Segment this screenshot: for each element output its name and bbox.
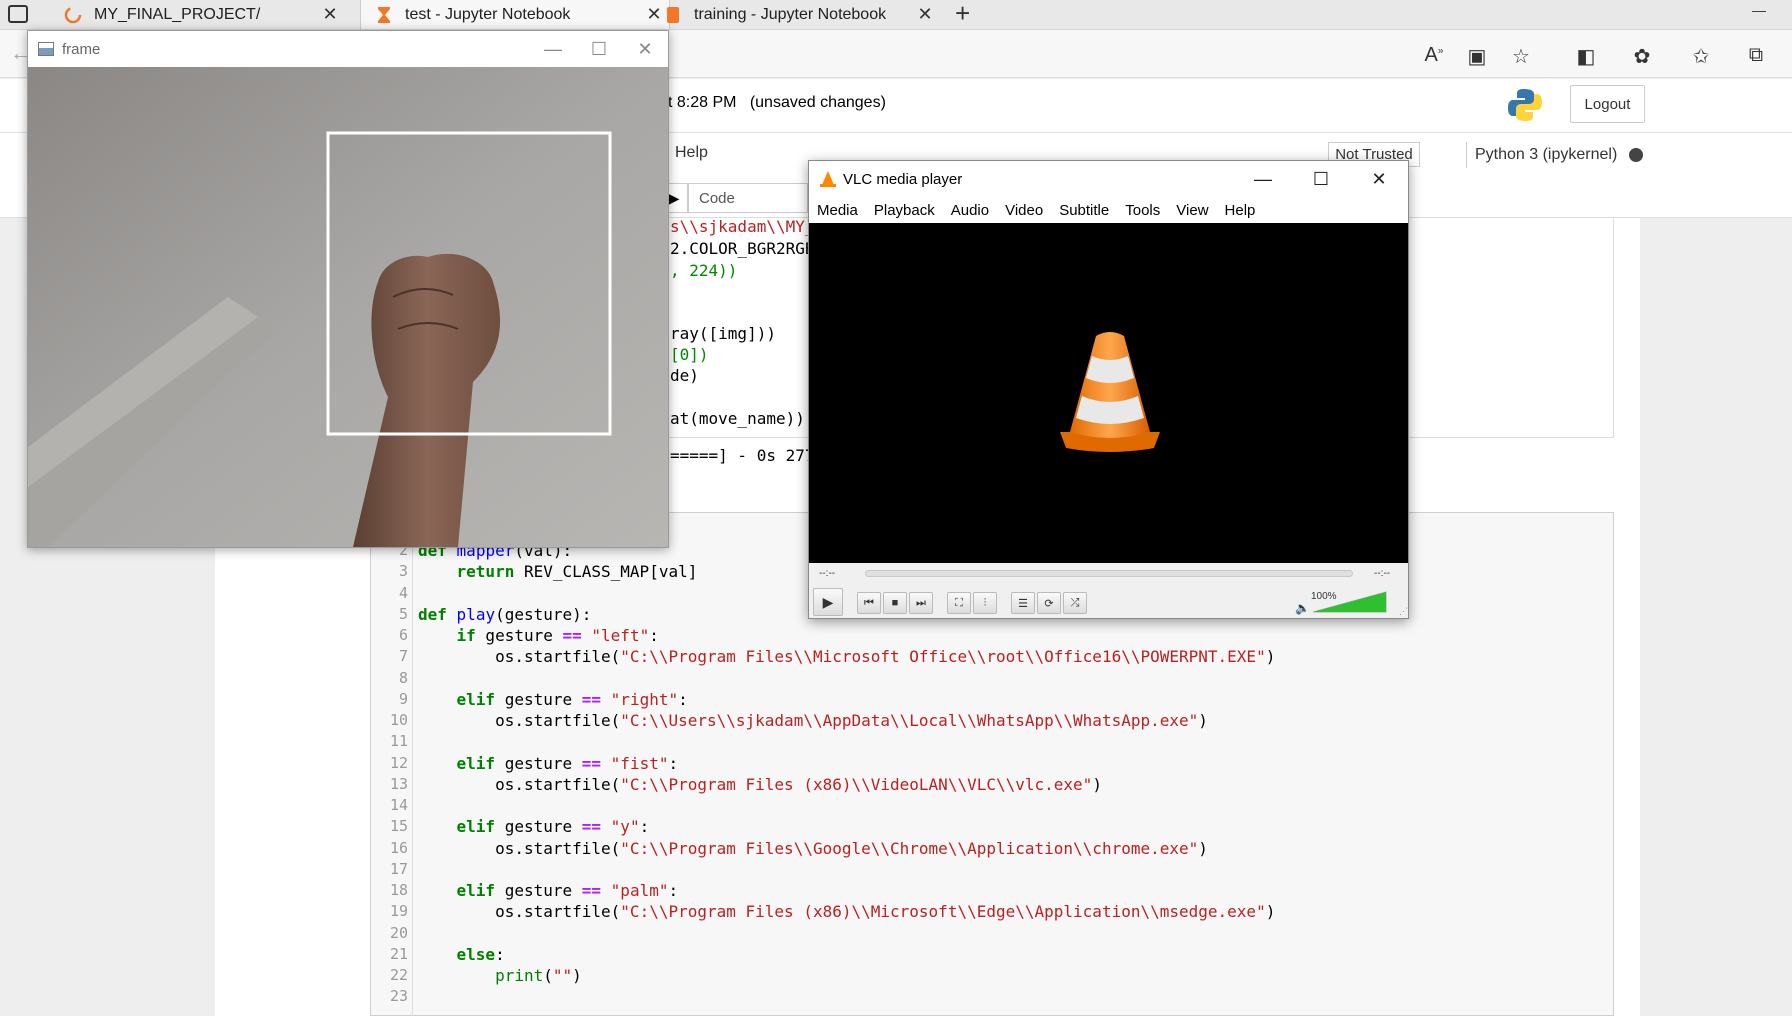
resize-grip-icon[interactable]: ⋰: [1399, 606, 1408, 617]
tab-training-notebook[interactable]: training - Jupyter Notebook ✕: [650, 0, 940, 29]
speaker-icon[interactable]: 🔈: [1295, 601, 1310, 615]
kernel-busy-icon: [1629, 148, 1644, 162]
extended-settings-button[interactable]: ⫶: [973, 592, 997, 614]
new-tab-button[interactable]: +: [955, 0, 970, 29]
logout-button[interactable]: Logout: [1570, 85, 1645, 123]
next-button[interactable]: ⏭: [909, 592, 933, 614]
maximize-button[interactable]: ☐: [1292, 169, 1350, 190]
close-tab-icon[interactable]: ✕: [910, 4, 940, 25]
notebook-icon: [664, 6, 682, 24]
python-logo-icon: [1506, 86, 1544, 129]
seek-bar[interactable]: [865, 570, 1353, 577]
tab-title: MY_FINAL_PROJECT/: [94, 5, 261, 23]
tab-title: test - Jupyter Notebook: [405, 5, 571, 23]
minimize-button[interactable]: —: [530, 39, 576, 60]
close-tab-icon[interactable]: ✕: [315, 4, 345, 25]
cell-gutter-border: [412, 512, 413, 1016]
maximize-button[interactable]: ☐: [576, 39, 622, 60]
previous-button[interactable]: ⏮: [857, 592, 881, 614]
menu-help[interactable]: Help: [675, 144, 708, 162]
code-fragment: 2.COLOR_BGR2RGB: [670, 239, 815, 258]
reader-view-icon[interactable]: ▣: [1463, 44, 1491, 69]
code-fragment: s\\sjkadam\\MY_: [670, 217, 815, 236]
extension-icon[interactable]: ◧: [1572, 44, 1600, 69]
browser-minimize-button[interactable]: —: [1752, 2, 1766, 18]
vlc-title: VLC media player: [843, 170, 963, 188]
stop-button[interactable]: ■: [883, 592, 907, 614]
loading-icon: [64, 6, 82, 24]
code-fragment: [0]): [670, 345, 709, 364]
hourglass-icon: [375, 6, 393, 24]
puzzle-icon[interactable]: ✿: [1628, 44, 1656, 69]
loop-button[interactable]: ⟳: [1037, 592, 1061, 614]
frame-title: frame: [62, 40, 101, 58]
playlist-button[interactable]: ☰: [1011, 592, 1035, 614]
webcam-feed: [28, 67, 668, 547]
minimize-button[interactable]: —: [1234, 169, 1292, 190]
close-button[interactable]: ✕: [1350, 169, 1408, 190]
volume-slider[interactable]: [1313, 591, 1387, 613]
tab-test-notebook[interactable]: test - Jupyter Notebook ✕: [360, 0, 670, 29]
menu-audio[interactable]: Audio: [943, 202, 997, 219]
fullscreen-button[interactable]: ⛶: [947, 592, 971, 614]
code-fragment: , 224)): [670, 261, 738, 280]
kernel-indicator[interactable]: Python 3 (ipykernel): [1466, 142, 1650, 168]
favorites-icon[interactable]: ✩: [1687, 44, 1715, 69]
favorite-add-icon[interactable]: ☆: [1507, 44, 1535, 69]
vlc-window[interactable]: VLC media player — ☐ ✕ Media Playback Au…: [808, 160, 1409, 619]
kernel-name: Python 3 (ipykernel): [1475, 146, 1618, 163]
vlc-video-area[interactable]: [809, 223, 1408, 563]
menu-view[interactable]: View: [1168, 202, 1216, 219]
vlc-cone-logo: [1060, 332, 1160, 452]
vlc-menubar: Media Playback Audio Video Subtitle Tool…: [809, 197, 1408, 223]
menu-media[interactable]: Media: [809, 202, 866, 219]
code-fragment: ray([img])): [670, 324, 776, 343]
menu-playback[interactable]: Playback: [866, 202, 943, 219]
frame-window[interactable]: frame — ☐ ✕: [27, 30, 669, 548]
menu-tools[interactable]: Tools: [1117, 202, 1168, 219]
tab-title: training - Jupyter Notebook: [694, 5, 887, 23]
app-window-icon: [38, 42, 54, 56]
output-fragment: =====] - 0s 277: [670, 446, 815, 465]
vlc-cone-icon: [819, 170, 837, 188]
code-fragment: at(move_name)): [670, 409, 805, 428]
cell-type-select[interactable]: Code: [688, 183, 808, 213]
close-button[interactable]: ✕: [622, 39, 668, 60]
collections-icon[interactable]: ⧉: [1742, 44, 1770, 67]
elapsed-time: --:--: [819, 568, 836, 579]
line-numbers: 2 3 4 5 6 7 8 9 10 11 12 13 14 15 16 17 …: [389, 541, 408, 1006]
vlc-titlebar[interactable]: VLC media player — ☐ ✕: [809, 161, 1408, 197]
save-status: t 8:28 PM (unsaved changes): [668, 94, 886, 111]
tab-actions-icon[interactable]: [8, 5, 28, 23]
menu-video[interactable]: Video: [997, 202, 1051, 219]
menu-subtitle[interactable]: Subtitle: [1051, 202, 1117, 219]
frame-titlebar[interactable]: frame — ☐ ✕: [28, 31, 668, 67]
menu-help[interactable]: Help: [1217, 202, 1264, 219]
shuffle-button[interactable]: ⤮: [1063, 592, 1087, 614]
play-button[interactable]: ▶: [813, 588, 843, 616]
code-fragment: de): [670, 366, 699, 385]
total-time: --:--: [1374, 568, 1391, 579]
tab-my-final-project[interactable]: MY_FINAL_PROJECT/ ✕: [50, 0, 345, 29]
read-aloud-icon[interactable]: A»: [1420, 44, 1448, 67]
browser-tab-bar: MY_FINAL_PROJECT/ ✕ test - Jupyter Noteb…: [0, 0, 1792, 30]
